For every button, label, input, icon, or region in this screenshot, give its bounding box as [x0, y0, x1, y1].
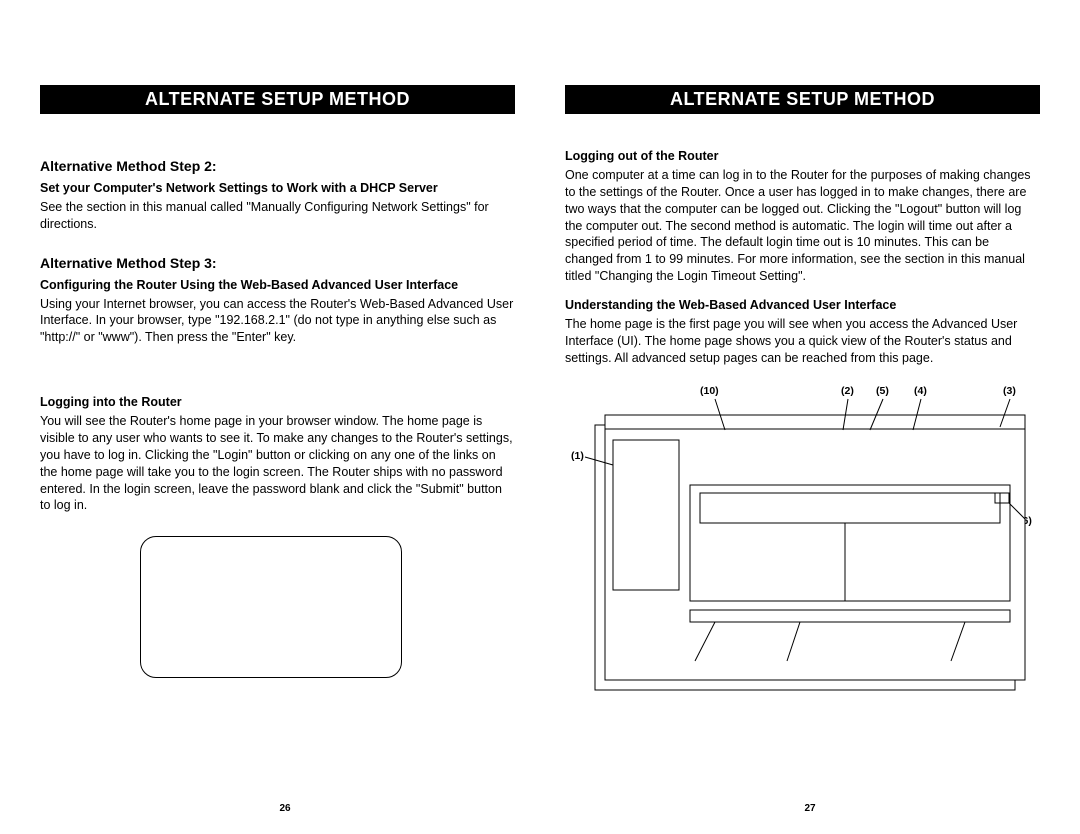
step3-body: Using your Internet browser, you can acc… — [40, 296, 515, 347]
understand-heading: Understanding the Web-Based Advanced Use… — [565, 297, 1040, 314]
page-spread: Alternate Setup Method Alternative Metho… — [0, 0, 1080, 834]
login-screenshot-placeholder — [140, 536, 402, 678]
logout-heading: Logging out of the Router — [565, 148, 1040, 165]
step2-heading: Alternative Method Step 2: — [40, 158, 515, 174]
login-heading: Logging into the Router — [40, 394, 515, 411]
step2-subheading: Set your Computer's Network Settings to … — [40, 180, 515, 197]
page-number-left: 26 — [40, 803, 530, 814]
section-banner-right: Alternate Setup Method — [565, 85, 1040, 114]
step3-subheading: Configuring the Router Using the Web-Bas… — [40, 277, 515, 294]
ui-diagram-svg — [565, 385, 1040, 705]
section-banner-left: Alternate Setup Method — [40, 85, 515, 114]
ui-diagram: (10) (2) (5) (4) (3) (1) (6) (7) (8) (9) — [565, 385, 1040, 715]
login-body: You will see the Router's home page in y… — [40, 413, 515, 514]
page-27: Alternate Setup Method Logging out of th… — [540, 30, 1050, 814]
logout-body: One computer at a time can log in to the… — [565, 167, 1040, 285]
page-26: Alternate Setup Method Alternative Metho… — [30, 30, 540, 814]
step3-heading: Alternative Method Step 3: — [40, 255, 515, 271]
understand-body: The home page is the first page you will… — [565, 316, 1040, 367]
step2-body: See the section in this manual called "M… — [40, 199, 515, 233]
page-number-right: 27 — [565, 803, 1055, 814]
